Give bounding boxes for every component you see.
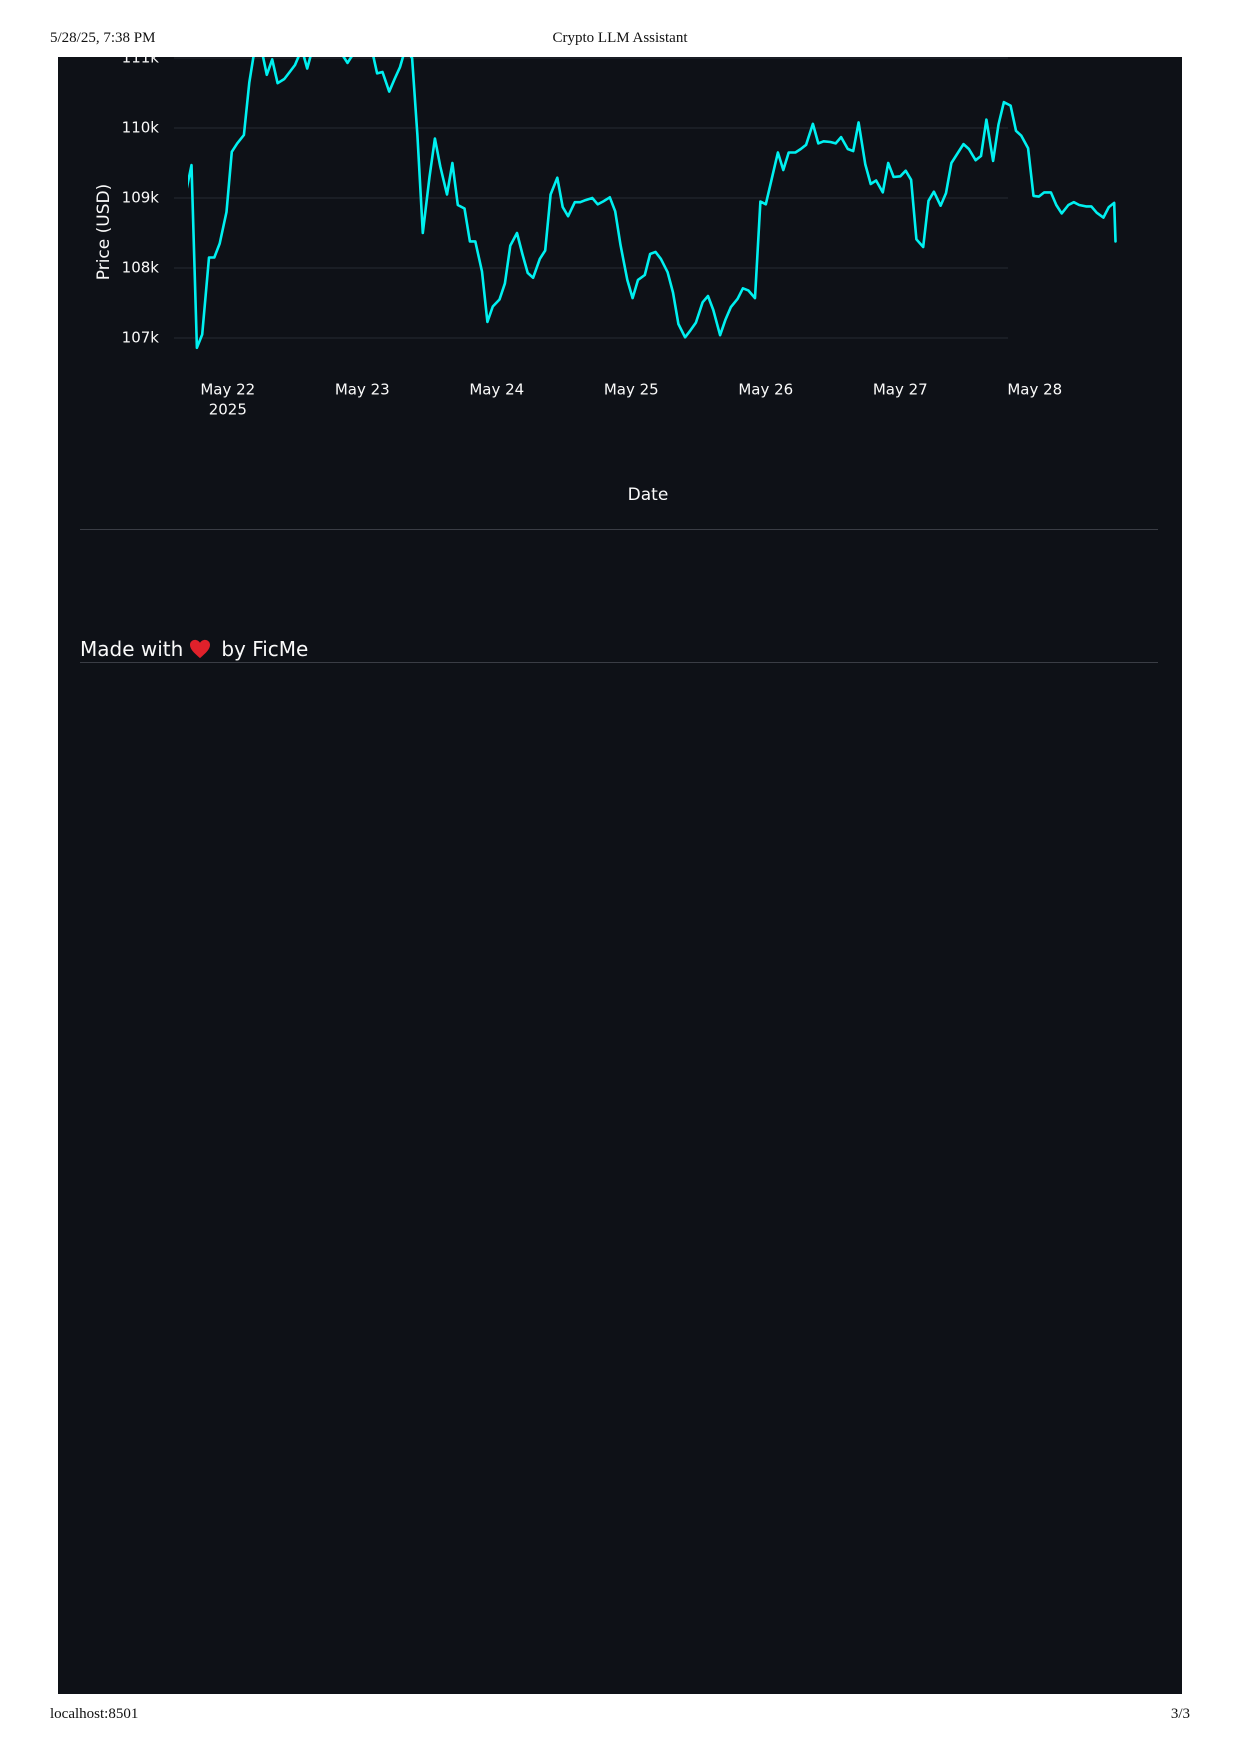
x-tick-label: May 24 (469, 381, 524, 399)
print-page-number: 3/3 (1170, 1706, 1190, 1722)
made-with-text: Made with (80, 637, 184, 661)
y-tick-label: 109k (122, 189, 160, 207)
x-axis-label: Date (628, 485, 669, 505)
author-text: by FicMe (221, 637, 309, 661)
x-tick-label: May 22 (200, 381, 255, 399)
x-axis-ticks: May 22 2025 May 23 May 24 May 25 May 26 May 27… (200, 381, 1062, 419)
made-with-footer: Made with by FicMe (80, 637, 308, 661)
x-tick-label: May 28 (1007, 381, 1062, 399)
print-title: Crypto LLM Assistant (552, 30, 688, 46)
divider-top (80, 529, 1158, 530)
heart-icon (190, 639, 211, 659)
print-footer: localhost:8501 3/3 (50, 1706, 1190, 1730)
y-axis-ticks: 107k 108k 109k 110k 111k (122, 57, 160, 347)
app-container: 107k 108k 109k 110k 111k May 22 2025 May 23 May… (58, 57, 1182, 1694)
y-tick-label: 107k (122, 329, 160, 347)
x-tick-label: May 23 (335, 381, 390, 399)
print-url: localhost:8501 (50, 1706, 139, 1722)
x-year-label: 2025 (209, 401, 247, 419)
y-tick-label: 110k (122, 119, 160, 137)
series-layer (188, 57, 1117, 350)
series-line-0 (188, 57, 1117, 350)
y-tick-label: 111k (122, 57, 160, 67)
x-tick-label: May 26 (738, 381, 793, 399)
y-axis-label: Price (USD) (94, 184, 114, 280)
price-chart[interactable]: 107k108k109k110k111k May 222025May 23 May… (58, 57, 1182, 557)
x-tick-label: May 27 (873, 381, 928, 399)
y-tick-label: 108k (122, 259, 160, 277)
divider-bottom (80, 662, 1158, 663)
x-tick-label: May 25 (604, 381, 659, 399)
print-header: 5/28/25, 7:38 PM Crypto LLM Assistant (50, 30, 1190, 54)
